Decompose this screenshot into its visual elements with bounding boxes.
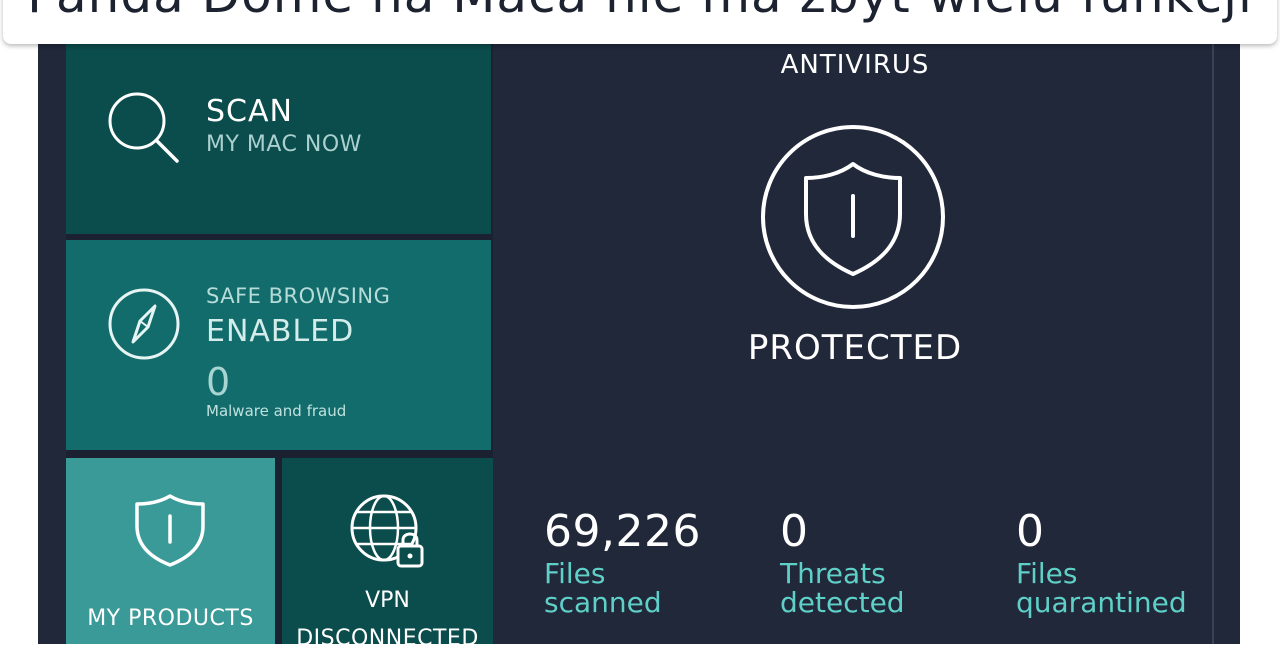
scan-tile[interactable]: SCAN MY MAC NOW bbox=[66, 44, 491, 234]
safe-browsing-status: ENABLED bbox=[206, 314, 355, 349]
stat-label: Files quarantined bbox=[1016, 559, 1216, 617]
my-products-label: MY PRODUCTS bbox=[87, 606, 254, 631]
stat-label: Threats detected bbox=[780, 559, 980, 617]
stat-label-line: Threats bbox=[780, 557, 886, 590]
stat-label-line: scanned bbox=[544, 586, 662, 619]
globe-lock-icon bbox=[348, 492, 428, 576]
malware-count-caption: Malware and fraud bbox=[206, 402, 347, 420]
vpn-status: DISCONNECTED bbox=[296, 626, 479, 651]
my-products-tile[interactable]: MY PRODUCTS bbox=[66, 458, 275, 644]
stat-label-line: Files bbox=[1016, 557, 1078, 590]
stat-value: 69,226 bbox=[544, 506, 701, 557]
shield-icon bbox=[132, 492, 208, 572]
stat-value: 0 bbox=[1016, 506, 1045, 557]
search-icon bbox=[106, 90, 182, 170]
stat-label-line: detected bbox=[780, 586, 905, 619]
scan-subtitle: MY MAC NOW bbox=[206, 132, 362, 157]
stat-files-scanned: 69,226 Files scanned bbox=[544, 506, 744, 617]
stat-value: 0 bbox=[780, 506, 809, 557]
stat-threats-detected: 0 Threats detected bbox=[780, 506, 980, 617]
left-tile-panel: SCAN MY MAC NOW SAFE BROWSING ENABLED 0 … bbox=[66, 44, 493, 651]
protection-status: PROTECTED bbox=[747, 328, 963, 368]
caption-banner: Panda Dome na Maca nie ma zbyt wielu fun… bbox=[3, 0, 1277, 44]
panel-divider bbox=[1212, 44, 1214, 644]
stat-label-line: quarantined bbox=[1016, 586, 1187, 619]
protection-shield-icon bbox=[760, 124, 946, 314]
stat-label-line: Files bbox=[544, 557, 606, 590]
caption-text: Panda Dome na Maca nie ma zbyt wielu fun… bbox=[3, 0, 1277, 24]
safe-browsing-label: SAFE BROWSING bbox=[206, 284, 391, 308]
vpn-label: VPN bbox=[365, 588, 410, 613]
vpn-tile[interactable]: VPN DISCONNECTED bbox=[282, 458, 493, 651]
antivirus-title: ANTIVIRUS bbox=[780, 50, 930, 80]
antivirus-panel: ANTIVIRUS PROTECTED 69,226 Files scanned… bbox=[498, 44, 1212, 644]
compass-icon bbox=[106, 286, 182, 366]
stat-files-quarantined: 0 Files quarantined bbox=[1016, 506, 1216, 617]
scan-title: SCAN bbox=[206, 94, 293, 129]
stat-label: Files scanned bbox=[544, 559, 744, 617]
malware-count: 0 bbox=[206, 360, 231, 404]
safe-browsing-tile[interactable]: SAFE BROWSING ENABLED 0 Malware and frau… bbox=[66, 240, 491, 450]
panda-dome-window: SCAN MY MAC NOW SAFE BROWSING ENABLED 0 … bbox=[38, 44, 1240, 651]
